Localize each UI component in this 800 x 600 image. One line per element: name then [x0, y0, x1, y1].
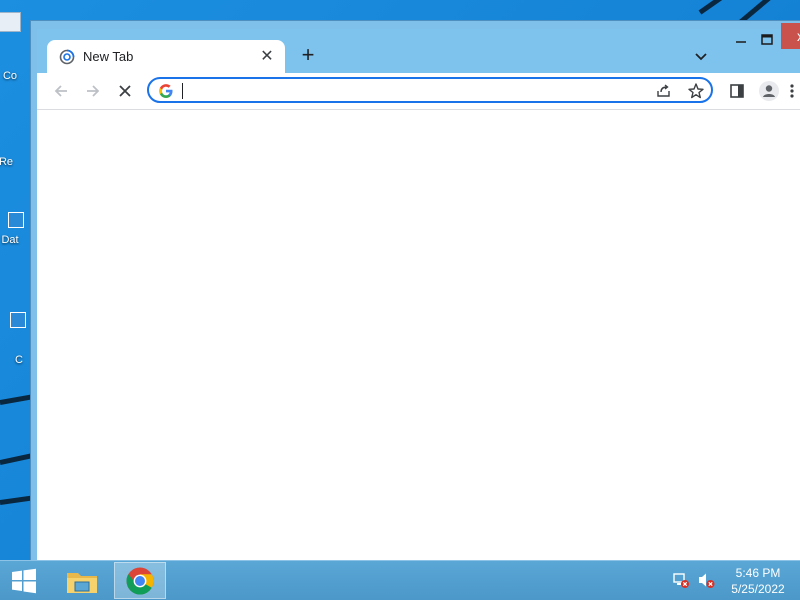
plus-icon: + [301, 42, 315, 67]
browser-toolbar [37, 73, 800, 109]
back-arrow-icon [54, 85, 67, 97]
system-clock[interactable]: 5:46 PM 5/25/2022 [722, 565, 794, 597]
share-icon[interactable] [655, 82, 673, 100]
browser-window: New Tab ✕ + x [30, 20, 800, 565]
desktop-icon[interactable]: Dat [0, 212, 30, 246]
google-g-icon [159, 84, 173, 98]
menu-button[interactable] [787, 79, 797, 103]
clock-time: 5:46 PM [735, 566, 781, 580]
loading-favicon-icon [59, 49, 75, 65]
desktop-icon-label: C [15, 354, 23, 366]
profile-icon [759, 81, 779, 101]
desktop-icon-label: Dat [1, 234, 19, 246]
volume-muted-icon[interactable] [697, 571, 715, 589]
desktop-icon-label: Co [2, 70, 18, 82]
stop-loading-icon [119, 85, 131, 97]
forward-button[interactable] [81, 79, 105, 103]
minimize-button[interactable] [733, 33, 749, 47]
address-bar[interactable] [147, 77, 713, 103]
tab-close-button[interactable]: ✕ [257, 47, 277, 67]
taskbar-file-explorer[interactable] [56, 562, 108, 599]
tab-strip: New Tab ✕ + x [37, 23, 800, 74]
network-warning-icon[interactable] [672, 571, 690, 589]
chevron-down-icon[interactable] [691, 47, 711, 67]
app-icon [10, 312, 26, 328]
address-input[interactable] [181, 81, 641, 99]
browser-frame: New Tab ✕ + x [37, 23, 800, 564]
taskbar-chrome[interactable] [114, 562, 166, 599]
windows-logo-icon [12, 568, 36, 594]
chrome-icon [126, 567, 154, 594]
file-explorer-icon [67, 572, 97, 593]
side-panel-icon [730, 84, 744, 98]
desktop-icon-label: Re [0, 156, 14, 168]
start-button[interactable] [0, 561, 48, 600]
new-tab-button[interactable]: + [295, 43, 321, 69]
taskbar: 5:46 PM 5/25/2022 [0, 560, 800, 600]
tab-new-tab[interactable]: New Tab ✕ [47, 40, 285, 74]
close-icon: ✕ [260, 48, 274, 65]
stop-button[interactable] [113, 79, 137, 103]
forward-arrow-icon [87, 85, 100, 97]
desktop-icon[interactable]: Co [0, 12, 30, 82]
text-caret [182, 83, 183, 99]
app-icon [8, 212, 24, 228]
back-button[interactable] [49, 79, 73, 103]
side-panel-button[interactable] [725, 79, 749, 103]
desktop-icon[interactable]: C [0, 312, 32, 366]
tab-title: New Tab [83, 49, 134, 64]
maximize-button[interactable] [759, 33, 775, 47]
window-close-button[interactable]: x [781, 23, 800, 49]
profile-button[interactable] [757, 79, 781, 103]
computer-icon [0, 12, 21, 32]
page-content[interactable] [37, 109, 800, 564]
menu-dots-icon [790, 84, 794, 98]
desktop-icon[interactable]: Re [0, 156, 26, 168]
clock-date: 5/25/2022 [731, 582, 785, 596]
star-icon[interactable] [687, 82, 705, 100]
